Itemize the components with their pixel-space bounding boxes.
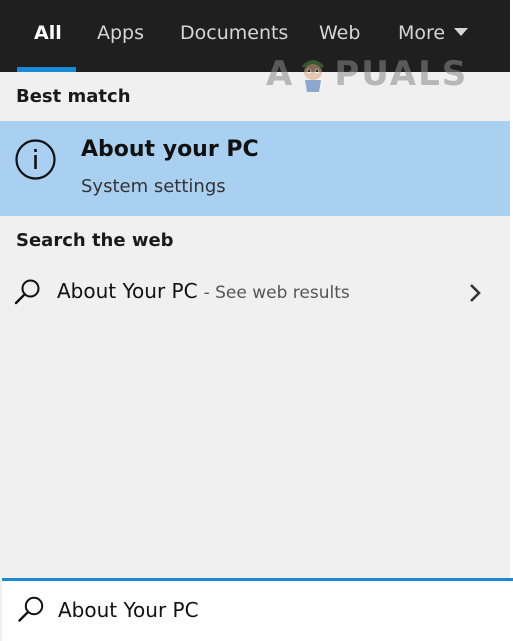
- search-box[interactable]: [2, 578, 513, 641]
- tab-all[interactable]: All: [34, 0, 62, 72]
- watermark-text-end: PUALS: [334, 54, 469, 94]
- info-icon: [15, 139, 56, 180]
- tab-apps[interactable]: Apps: [97, 0, 144, 72]
- web-result-row[interactable]: About Your PC - See web results: [0, 266, 510, 320]
- watermark-text-start: A: [266, 54, 295, 94]
- caret-down-icon: [454, 27, 469, 36]
- web-result-text: About Your PC - See web results: [57, 279, 350, 303]
- appuals-watermark: A PUALS: [266, 52, 468, 96]
- chevron-right-icon[interactable]: [466, 282, 484, 304]
- mascot-icon: [302, 60, 325, 92]
- best-match-heading: Best match: [16, 86, 131, 107]
- search-web-heading: Search the web: [16, 230, 174, 251]
- web-result-suffix: - See web results: [203, 283, 350, 303]
- search-icon: [18, 596, 44, 622]
- search-panel: All Apps Documents Web More A PUALS Best…: [0, 0, 510, 641]
- search-input[interactable]: [58, 592, 488, 628]
- best-match-result[interactable]: About your PC System settings: [0, 121, 510, 216]
- best-match-subtitle: System settings: [81, 176, 226, 197]
- best-match-title: About your PC: [81, 137, 259, 162]
- active-tab-indicator: [17, 67, 76, 72]
- search-icon: [14, 279, 40, 305]
- web-result-query: About Your PC: [57, 279, 198, 303]
- tab-more-label: More: [398, 22, 446, 44]
